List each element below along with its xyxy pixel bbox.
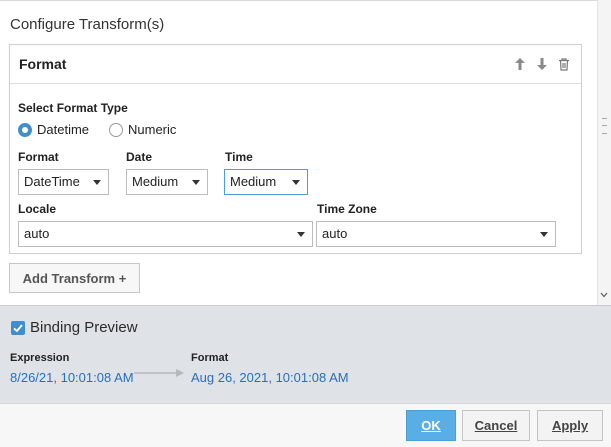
arrow-right-icon	[134, 365, 186, 383]
format-select-value: DateTime	[24, 174, 80, 189]
time-label: Time	[225, 150, 253, 164]
binding-preview-section: Binding Preview Expression 8/26/21, 10:0…	[0, 305, 611, 403]
binding-preview-title: Binding Preview	[30, 319, 138, 336]
checkmark-icon	[13, 324, 23, 333]
arrow-down-icon[interactable]	[535, 56, 549, 72]
configure-transforms-section: Configure Transform(s) Format Select For…	[0, 0, 611, 305]
timezone-select[interactable]: auto	[316, 221, 556, 247]
date-label: Date	[126, 150, 153, 164]
date-select-value: Medium	[132, 174, 179, 189]
format-transform-panel: Format Select Format Type Datetime Numer…	[9, 44, 582, 254]
locale-select[interactable]: auto	[18, 221, 313, 247]
radio-datetime[interactable]: Datetime	[18, 122, 89, 137]
expression-label: Expression	[10, 352, 70, 364]
arrow-up-icon[interactable]	[513, 56, 527, 72]
radio-datetime-label: Datetime	[37, 122, 90, 137]
trash-icon[interactable]	[557, 56, 571, 72]
time-select[interactable]: Medium	[224, 169, 308, 195]
select-format-type-label: Select Format Type	[18, 101, 128, 115]
format-select[interactable]: DateTime	[18, 169, 109, 195]
cancel-button[interactable]: Cancel	[462, 410, 530, 441]
chevron-down-icon	[192, 180, 200, 185]
panel-title: Format	[19, 56, 67, 72]
vertical-scrollbar[interactable]	[597, 0, 611, 305]
locale-label: Locale	[18, 202, 57, 216]
scroll-down-icon[interactable]	[600, 290, 608, 300]
add-transform-button[interactable]: Add Transform +	[9, 263, 140, 293]
dialog-footer: OK Cancel Apply	[0, 403, 611, 447]
panel-header: Format	[10, 45, 581, 84]
chevron-down-icon	[292, 180, 300, 185]
radio-numeric[interactable]: Numeric	[109, 122, 176, 137]
top-divider	[0, 0, 598, 1]
scrollbar-grip-icon[interactable]	[602, 118, 607, 134]
date-select[interactable]: Medium	[126, 169, 208, 195]
chevron-down-icon	[540, 232, 548, 237]
format-label: Format	[18, 150, 59, 164]
format-result-label: Format	[191, 352, 229, 364]
radio-datetime-dot[interactable]	[18, 122, 32, 137]
format-result-value: Aug 26, 2021, 10:01:08 AM	[191, 370, 349, 385]
locale-select-value: auto	[24, 226, 50, 241]
radio-numeric-dot[interactable]	[109, 122, 123, 137]
expression-value: 8/26/21, 10:01:08 AM	[10, 370, 134, 385]
section-title: Configure Transform(s)	[10, 16, 165, 33]
apply-button[interactable]: Apply	[537, 410, 603, 441]
ok-button[interactable]: OK	[406, 410, 456, 441]
radio-numeric-label: Numeric	[128, 122, 177, 137]
timezone-label: Time Zone	[317, 202, 377, 216]
chevron-down-icon	[297, 232, 305, 237]
binding-preview-checkbox[interactable]	[11, 321, 25, 335]
timezone-select-value: auto	[322, 226, 348, 241]
chevron-down-icon	[93, 180, 101, 185]
time-select-value: Medium	[230, 174, 277, 189]
